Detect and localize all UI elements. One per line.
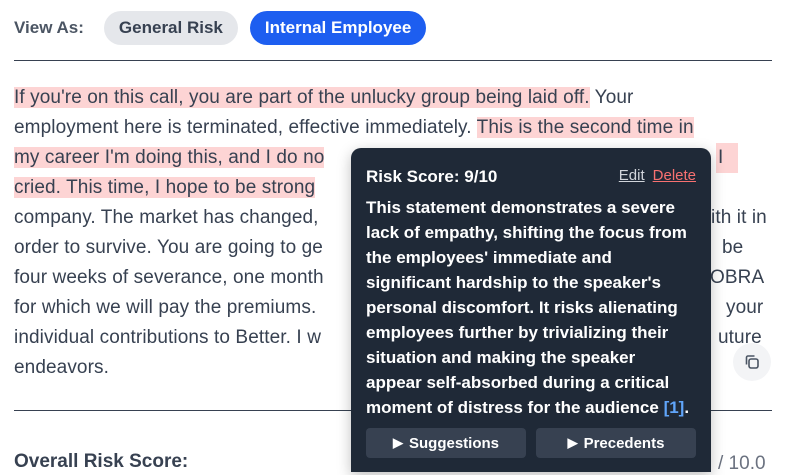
- view-general-risk-button[interactable]: General Risk: [103, 11, 238, 45]
- text-segment: endeavors.: [14, 357, 110, 378]
- explanation-line: personal discomfort. It risks alienating: [366, 298, 678, 317]
- transcript-line: If you're on this call, you are part of …: [14, 83, 776, 113]
- top-divider: [14, 60, 772, 61]
- text-segment: four weeks of severance, one month: [14, 267, 324, 288]
- highlighted-segment[interactable]: If you're on this call, you are part of …: [14, 87, 590, 108]
- text-segment: be: [722, 237, 744, 258]
- overall-risk-score-label: Overall Risk Score:: [14, 451, 189, 472]
- play-icon: ▶: [567, 435, 578, 450]
- popover-actions: Edit Delete: [619, 167, 696, 184]
- view-as-bar: View As: General Risk Internal Employee: [14, 10, 427, 46]
- delete-link[interactable]: Delete: [653, 167, 696, 184]
- explanation-line: moment of distress for the audience [1].: [366, 395, 706, 420]
- transcript-line: employment here is terminated, effective…: [14, 113, 776, 143]
- explanation-line: lack of empathy, shifting the focus from: [366, 223, 687, 242]
- text-segment: employment here is terminated, effective…: [14, 117, 477, 138]
- highlighted-segment[interactable]: cried. This time, I hope to be strong: [14, 177, 316, 198]
- explanation-line: situation and making the speaker: [366, 348, 636, 367]
- highlighted-segment[interactable]: This is the second time in: [476, 117, 694, 138]
- copy-button[interactable]: [733, 343, 771, 381]
- suggestions-button[interactable]: ▶ Suggestions: [366, 428, 526, 458]
- explanation-line: significant hardship to the speaker's: [366, 273, 662, 292]
- explanation-line: employees further by trivializing their: [366, 323, 669, 342]
- citation-link[interactable]: [1]: [664, 398, 685, 417]
- text-segment: Your: [589, 87, 634, 108]
- popover-title: Risk Score: 9/10: [366, 167, 498, 186]
- popover-explanation: This statement demonstrates a severe lac…: [366, 195, 706, 420]
- suggestions-label: Suggestions: [408, 434, 499, 452]
- precedents-button[interactable]: ▶ Precedents: [536, 428, 696, 458]
- text-segment: OBRA: [710, 267, 765, 288]
- explanation-text: .: [684, 398, 690, 417]
- play-icon: ▶: [392, 435, 403, 450]
- view-internal-employee-button[interactable]: Internal Employee: [249, 11, 427, 45]
- highlighted-segment[interactable]: my career I'm doing this, and I do no: [14, 147, 325, 168]
- text-segment: order to survive. You are going to ge: [14, 237, 323, 258]
- text-segment: ith it in: [711, 207, 767, 228]
- copy-icon: [745, 355, 759, 369]
- explanation-line: This statement demonstrates a severe: [366, 198, 675, 217]
- text-segment: company. The market has changed,: [14, 207, 319, 228]
- precedents-label: Precedents: [583, 434, 665, 452]
- explanation-line: appear self-absorbed during a critical: [366, 373, 670, 392]
- risk-score-popover: Risk Score: 9/10 Edit Delete This statem…: [351, 148, 711, 472]
- explanation-line: the employees' immediate and: [366, 248, 612, 267]
- text-segment: your: [726, 297, 764, 318]
- view-as-label: View As:: [14, 18, 84, 37]
- explanation-text: moment of distress for the audience: [366, 398, 664, 417]
- text-segment: for which we will pay the premiums.: [14, 297, 317, 318]
- edit-link[interactable]: Edit: [619, 167, 645, 184]
- highlighted-segment[interactable]: I: [716, 143, 738, 173]
- text-segment: individual contributions to Better. I w: [14, 327, 322, 348]
